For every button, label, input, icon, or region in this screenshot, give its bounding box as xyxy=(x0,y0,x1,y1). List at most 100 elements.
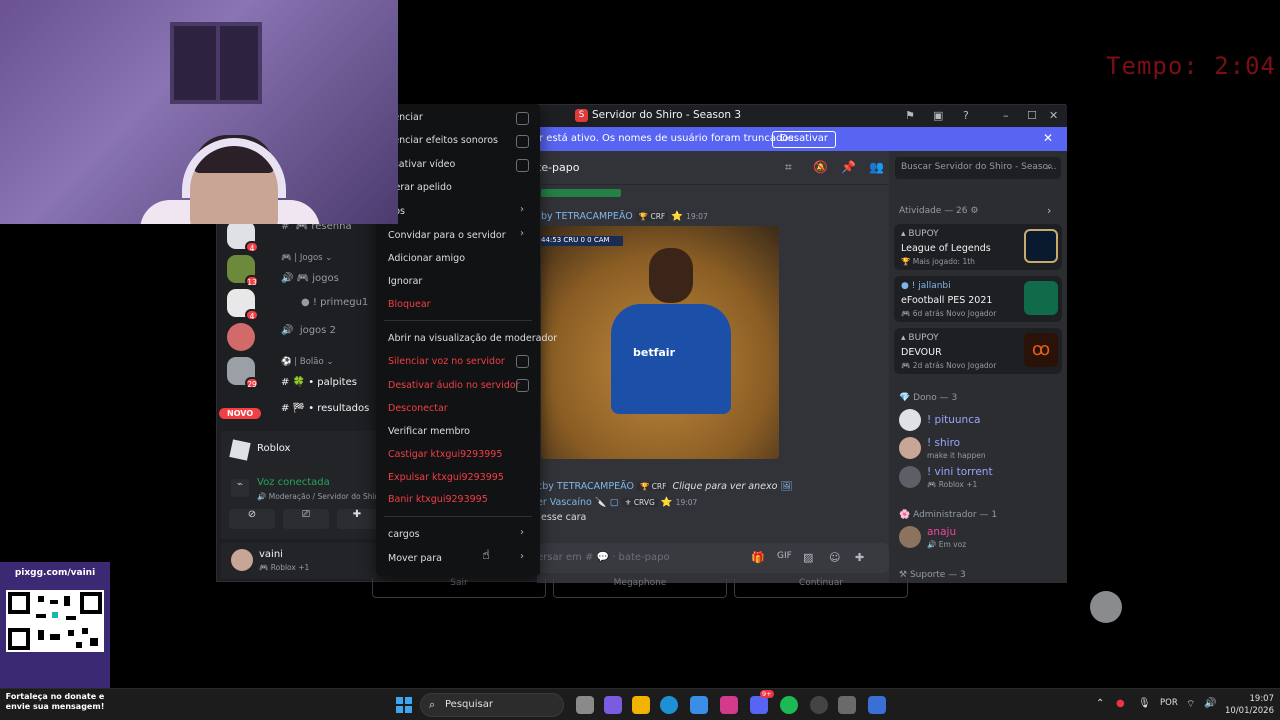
voice-user-primegu[interactable]: ● ! primegu1 xyxy=(301,297,368,308)
voice-signal-icon[interactable]: ⌁ xyxy=(231,479,249,497)
activity-card[interactable]: ● ! jallanbi eFootball PES 2021 🎮 6d atr… xyxy=(894,276,1062,322)
member-list-icon[interactable]: 👥 xyxy=(869,160,884,174)
mute-soundboard-checkbox[interactable] xyxy=(516,135,529,148)
unread-badge: 4 xyxy=(245,309,259,321)
threads-icon[interactable]: ⌗ xyxy=(785,160,792,175)
message-composer[interactable]: ersar em # 💬 · bate-papo 🎁 GIF ▨ ☺ ✚ xyxy=(537,543,889,573)
member-item[interactable]: ! pituunca xyxy=(899,407,1064,435)
chevron-right-icon: › xyxy=(520,204,524,215)
voice-channel-jogos[interactable]: 🔊 🎮 jogos xyxy=(281,273,339,284)
message-author[interactable]: er Vascaíno 🔪 ▢ ⚜ CRVG ⭐ 19:07 xyxy=(537,497,697,508)
discord-taskbar-icon[interactable]: 9+ xyxy=(750,690,774,714)
language-indicator[interactable]: POR xyxy=(1160,698,1178,708)
search-input[interactable]: Buscar Servidor do Shiro - Seaso... ⌕ xyxy=(895,157,1061,179)
activity-card[interactable]: ▴ BUPOY DEVOUR 🎮 2d atrás Novo Jogador ꝏ xyxy=(894,328,1062,374)
menu-item-mute-soundboard[interactable]: ilenciar efeitos sonoros xyxy=(388,135,498,146)
disable-streamer-mode-button[interactable]: Desativar xyxy=(772,131,837,148)
member-item[interactable]: ! shiro make it happen xyxy=(899,435,1064,463)
continue-button[interactable]: Continuar xyxy=(734,578,908,598)
menu-item-kick[interactable]: Expulsar ktxgui9293995 xyxy=(388,472,504,483)
edge-icon[interactable] xyxy=(660,696,678,714)
message-author[interactable]: by TETRACAMPEÃO 🏆 CRF ⭐ 19:07 xyxy=(541,211,708,222)
mute-checkbox[interactable] xyxy=(516,112,529,125)
megaphone-button[interactable]: Megaphone xyxy=(553,578,727,598)
reply-preview[interactable]: cby TETRACAMPEÃO 🏆 CRF Clique para ver a… xyxy=(537,481,793,492)
exit-button[interactable]: Sair xyxy=(372,578,546,598)
menu-item-disconnect[interactable]: Desconectar xyxy=(388,403,448,414)
scoreboard: 44:53 CRU 0 0 CAM xyxy=(541,236,623,246)
category-bolao[interactable]: ⚽ | Bolão ⌄ xyxy=(281,357,334,367)
notifications-icon[interactable]: 🔕 xyxy=(813,160,828,174)
menu-item-ban[interactable]: Banir ktxgui9293995 xyxy=(388,494,488,505)
menu-item-move-to[interactable]: Mover para xyxy=(388,553,442,564)
menu-item-server-deafen[interactable]: Desativar áudio no servidor xyxy=(388,380,520,391)
menu-item-ignore[interactable]: Ignorar xyxy=(388,276,422,287)
settings-icon[interactable] xyxy=(838,696,856,714)
menu-item-server-mute[interactable]: Silenciar voz no servidor xyxy=(388,356,505,367)
spotify-icon[interactable] xyxy=(780,696,798,714)
instagram-icon[interactable] xyxy=(720,696,738,714)
gif-icon[interactable]: GIF xyxy=(777,551,792,561)
menu-item-roles[interactable]: cargos xyxy=(388,529,420,540)
server-icon[interactable]: 13 xyxy=(227,255,259,287)
member-item[interactable]: ! vini torrent 🎮 Roblox +1 xyxy=(899,464,1064,492)
menu-item-timeout[interactable]: Castigar ktxgui9293995 xyxy=(388,449,502,460)
activity-header: Atividade — 26 ⚙ xyxy=(899,206,979,216)
maximize-icon[interactable]: ☐ xyxy=(1027,109,1037,122)
apps-icon[interactable]: ✚ xyxy=(855,551,864,564)
volume-icon[interactable]: 🔊 xyxy=(1204,698,1216,709)
screen-share-icon[interactable]: ⎚ xyxy=(283,509,329,529)
app-icon[interactable] xyxy=(868,696,886,714)
sticker-icon[interactable]: ▨ xyxy=(803,551,813,564)
new-servers-pill[interactable]: NOVO xyxy=(219,408,262,419)
server-mute-checkbox[interactable] xyxy=(516,355,529,368)
inbox-icon[interactable]: ▣ xyxy=(933,109,943,122)
copilot-icon[interactable] xyxy=(604,696,622,714)
close-icon[interactable]: ✕ xyxy=(1049,109,1058,122)
pin-icon[interactable]: 📌 xyxy=(841,160,856,174)
activities-icon[interactable]: ✚ xyxy=(337,509,377,529)
menu-item-add-friend[interactable]: Adicionar amigo xyxy=(388,253,465,264)
menu-item-mod-view[interactable]: Abrir na visualização de moderador xyxy=(388,333,557,344)
flag-icon[interactable]: ⚑ xyxy=(905,109,915,122)
category-jogos[interactable]: 🎮 | Jogos ⌄ xyxy=(281,253,332,263)
taskbar-search[interactable]: ⌕ Pesquisar xyxy=(420,693,564,717)
task-view-icon[interactable] xyxy=(576,696,594,714)
emoji-icon[interactable]: ☺ xyxy=(829,551,840,564)
channel-palpites[interactable]: # 🍀 • palpites xyxy=(281,377,357,388)
taskbar-clock[interactable]: 19:07 10/01/2026 xyxy=(1224,693,1274,717)
server-icon[interactable] xyxy=(227,323,255,351)
microphone-icon[interactable]: 🎙 xyxy=(1138,698,1151,709)
voice-channel-jogos2[interactable]: 🔊 jogos 2 xyxy=(281,325,336,336)
minimize-icon[interactable]: – xyxy=(1003,109,1009,122)
wifi-icon[interactable]: ⌔ xyxy=(1186,698,1195,711)
menu-item-block[interactable]: Bloquear xyxy=(388,299,431,310)
server-deafen-checkbox[interactable] xyxy=(516,379,529,392)
tray-chevron-icon[interactable]: ⌃ xyxy=(1096,698,1104,709)
avatar xyxy=(899,409,921,431)
obs-icon[interactable] xyxy=(810,696,828,714)
disable-video-checkbox[interactable] xyxy=(516,159,529,172)
avatar[interactable] xyxy=(231,549,253,571)
gift-icon[interactable]: 🎁 xyxy=(751,551,765,564)
server-icon[interactable]: 29 xyxy=(227,357,259,389)
menu-item-disable-video[interactable]: esativar vídeo xyxy=(388,159,455,170)
store-icon[interactable] xyxy=(690,696,708,714)
menu-item-invite[interactable]: Convidar para o servidor xyxy=(388,230,506,241)
camera-off-icon[interactable]: ⊘ xyxy=(229,509,275,529)
help-icon[interactable]: ? xyxy=(963,109,969,122)
tray-app-icon[interactable]: ● xyxy=(1116,698,1125,709)
channel-resultados[interactable]: # 🏁 • resultados xyxy=(281,403,369,414)
member-item[interactable]: anaju 🔊 Em voz xyxy=(899,524,1064,552)
menu-item-verify-member[interactable]: Verificar membro xyxy=(388,426,470,437)
windows-start-icon[interactable] xyxy=(396,697,412,713)
loading-spinner-icon xyxy=(1090,591,1122,623)
server-icon[interactable]: 4 xyxy=(227,221,259,253)
banner-close-icon[interactable]: ✕ xyxy=(1043,131,1053,145)
file-explorer-icon[interactable] xyxy=(632,696,650,714)
video-attachment[interactable]: 44:53 CRU 0 0 CAM betfair xyxy=(541,226,779,459)
chevron-right-icon[interactable]: › xyxy=(1047,204,1051,217)
activity-card[interactable]: ▴ BUPOY League of Legends 🏆 Mais jogado:… xyxy=(894,224,1062,270)
donation-note: Fortaleça no donate e envie sua mensagem… xyxy=(5,692,105,711)
server-icon[interactable]: 4 xyxy=(227,289,259,321)
